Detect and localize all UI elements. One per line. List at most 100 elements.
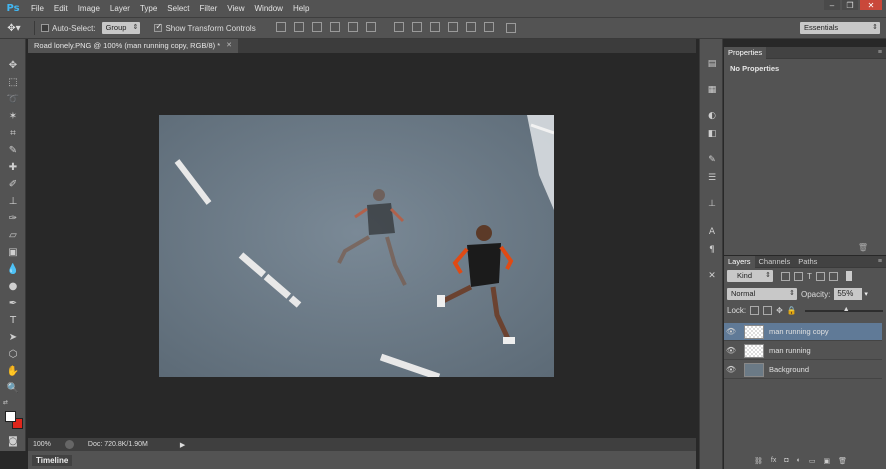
brush-tool-icon[interactable]: ✐ [4,176,22,192]
panel-menu-icon[interactable]: ≡ [878,49,882,56]
foreground-color-swatch[interactable] [5,411,16,422]
blend-mode-dropdown[interactable]: Normal [727,288,797,300]
layer-row[interactable]: 👁 Background [724,361,882,379]
zoom-tool-icon[interactable]: 🔍 [4,380,22,396]
status-menu-arrow-icon[interactable]: ▶ [180,441,185,449]
gradient-tool-icon[interactable]: ▣ [4,244,22,260]
opacity-slider[interactable]: ▲ [804,306,883,314]
hand-tool-icon[interactable]: ✋ [4,363,22,379]
filter-toggle-icon[interactable] [845,271,852,281]
marquee-tool-icon[interactable]: ⬚ [4,74,22,90]
tab-layers[interactable]: Layers [724,255,755,268]
clone-stamp-tool-icon[interactable]: ⊥ [4,193,22,209]
layer-name[interactable]: man running [769,346,811,355]
auto-select-checkbox[interactable] [41,24,49,32]
align-vcenter-icon[interactable] [293,22,304,32]
history-panel-icon[interactable]: ▤ [705,57,719,70]
history-brush-tool-icon[interactable]: ✑ [4,210,22,226]
align-bottom-icon[interactable] [311,22,322,32]
type-tool-icon[interactable]: T [4,312,22,328]
layer-row[interactable]: 👁 man running [724,342,882,360]
link-layers-icon[interactable]: ⛓ [754,457,763,465]
filter-pixel-icon[interactable] [781,271,790,281]
path-selection-tool-icon[interactable]: ➤ [4,329,22,345]
distribute-left-icon[interactable] [447,22,458,32]
layer-row[interactable]: 👁 man running copy [724,323,882,341]
tool-presets-icon[interactable]: ✕ [705,269,719,282]
layers-menu-icon[interactable]: ≡ [878,258,882,265]
tab-properties[interactable]: Properties [724,46,767,59]
pen-tool-icon[interactable]: ✒ [4,295,22,311]
filter-smart-object-icon[interactable] [828,271,838,281]
menu-help[interactable]: Help [288,0,314,17]
adjustment-layer-icon[interactable]: ◐ [797,457,801,465]
quick-mask-icon[interactable]: ◙ [4,433,22,449]
filter-type-icon[interactable]: T [807,272,812,281]
character-panel-icon[interactable]: A [705,225,719,238]
zoom-level[interactable]: 100% [33,441,51,448]
filter-adjustment-icon[interactable] [794,271,803,281]
crop-tool-icon[interactable]: ⌗ [4,125,22,141]
align-left-icon[interactable] [329,22,340,32]
lasso-tool-icon[interactable]: ➰ [4,91,22,107]
move-tool-icon[interactable]: ✥ [4,57,22,73]
blur-tool-icon[interactable]: 💧 [4,261,22,277]
lock-image-icon[interactable] [763,306,773,315]
layer-name[interactable]: Background [769,365,809,374]
lock-position-icon[interactable]: ✥ [776,306,783,315]
align-right-icon[interactable] [365,22,376,32]
tab-paths[interactable]: Paths [794,256,821,268]
new-group-icon[interactable]: ▭ [809,457,816,465]
distribute-hcenter-icon[interactable] [465,22,476,32]
close-tab-icon[interactable]: ✕ [226,39,232,53]
visibility-eye-icon[interactable]: 👁 [724,327,738,336]
align-hcenter-icon[interactable] [347,22,358,32]
swatches-panel-icon[interactable]: ▦ [705,83,719,96]
paragraph-panel-icon[interactable]: ¶ [705,243,719,256]
filter-kind-dropdown[interactable]: Kind [727,270,773,282]
swap-colors-icon[interactable]: ⇄ [3,399,8,406]
brush-presets-icon[interactable]: ☰ [705,171,719,184]
menu-layer[interactable]: Layer [105,0,135,17]
dodge-tool-icon[interactable]: ● [4,278,22,294]
opacity-arrow-icon[interactable]: ▾ [864,290,868,298]
menu-select[interactable]: Select [162,0,194,17]
distribute-top-icon[interactable] [393,22,404,32]
auto-select-dropdown[interactable]: Group [101,22,141,34]
visibility-eye-icon[interactable]: 👁 [724,346,738,355]
healing-brush-tool-icon[interactable]: ✚ [4,159,22,175]
properties-trash-icon[interactable]: 🗑 [858,243,868,252]
lock-all-icon[interactable]: 🔒 [787,306,797,315]
new-layer-icon[interactable]: ▣ [823,457,830,465]
eyedropper-tool-icon[interactable]: ✎ [4,142,22,158]
show-transform-checkbox[interactable]: ✓ [154,22,163,32]
eraser-tool-icon[interactable]: ▱ [4,227,22,243]
visibility-eye-icon[interactable]: 👁 [724,365,738,374]
add-mask-icon[interactable]: ◘ [784,457,788,465]
timeline-tab[interactable]: Timeline [32,454,73,466]
lock-transparent-icon[interactable] [750,306,760,315]
move-tool-preset-icon[interactable]: ✥▾ [0,23,28,34]
clone-source-icon[interactable]: ⊥ [705,197,719,210]
distribute-vcenter-icon[interactable] [411,22,422,32]
magic-wand-tool-icon[interactable]: ✶ [4,108,22,124]
align-top-icon[interactable] [275,22,286,32]
styles-panel-icon[interactable]: ◧ [705,127,719,140]
delete-layer-icon[interactable]: 🗑 [838,457,847,465]
distribute-right-icon[interactable] [483,22,494,32]
minimize-button[interactable]: – [824,0,840,10]
auto-align-icon[interactable] [505,23,516,33]
close-button[interactable]: ✕ [860,0,882,10]
layer-name[interactable]: man running copy [769,327,829,336]
menu-image[interactable]: Image [73,0,105,17]
document-canvas[interactable] [159,115,554,377]
menu-view[interactable]: View [222,0,249,17]
opacity-slider-thumb[interactable]: ▲ [843,306,850,313]
menu-edit[interactable]: Edit [49,0,73,17]
shape-tool-icon[interactable]: ⬡ [4,346,22,362]
layer-style-icon[interactable]: fx [771,457,776,465]
maximize-button[interactable]: ❐ [842,0,858,10]
brush-panel-icon[interactable]: ✎ [705,153,719,166]
adjustments-panel-icon[interactable]: ◐ [705,109,719,122]
workspace-dropdown[interactable]: Essentials [800,22,880,34]
